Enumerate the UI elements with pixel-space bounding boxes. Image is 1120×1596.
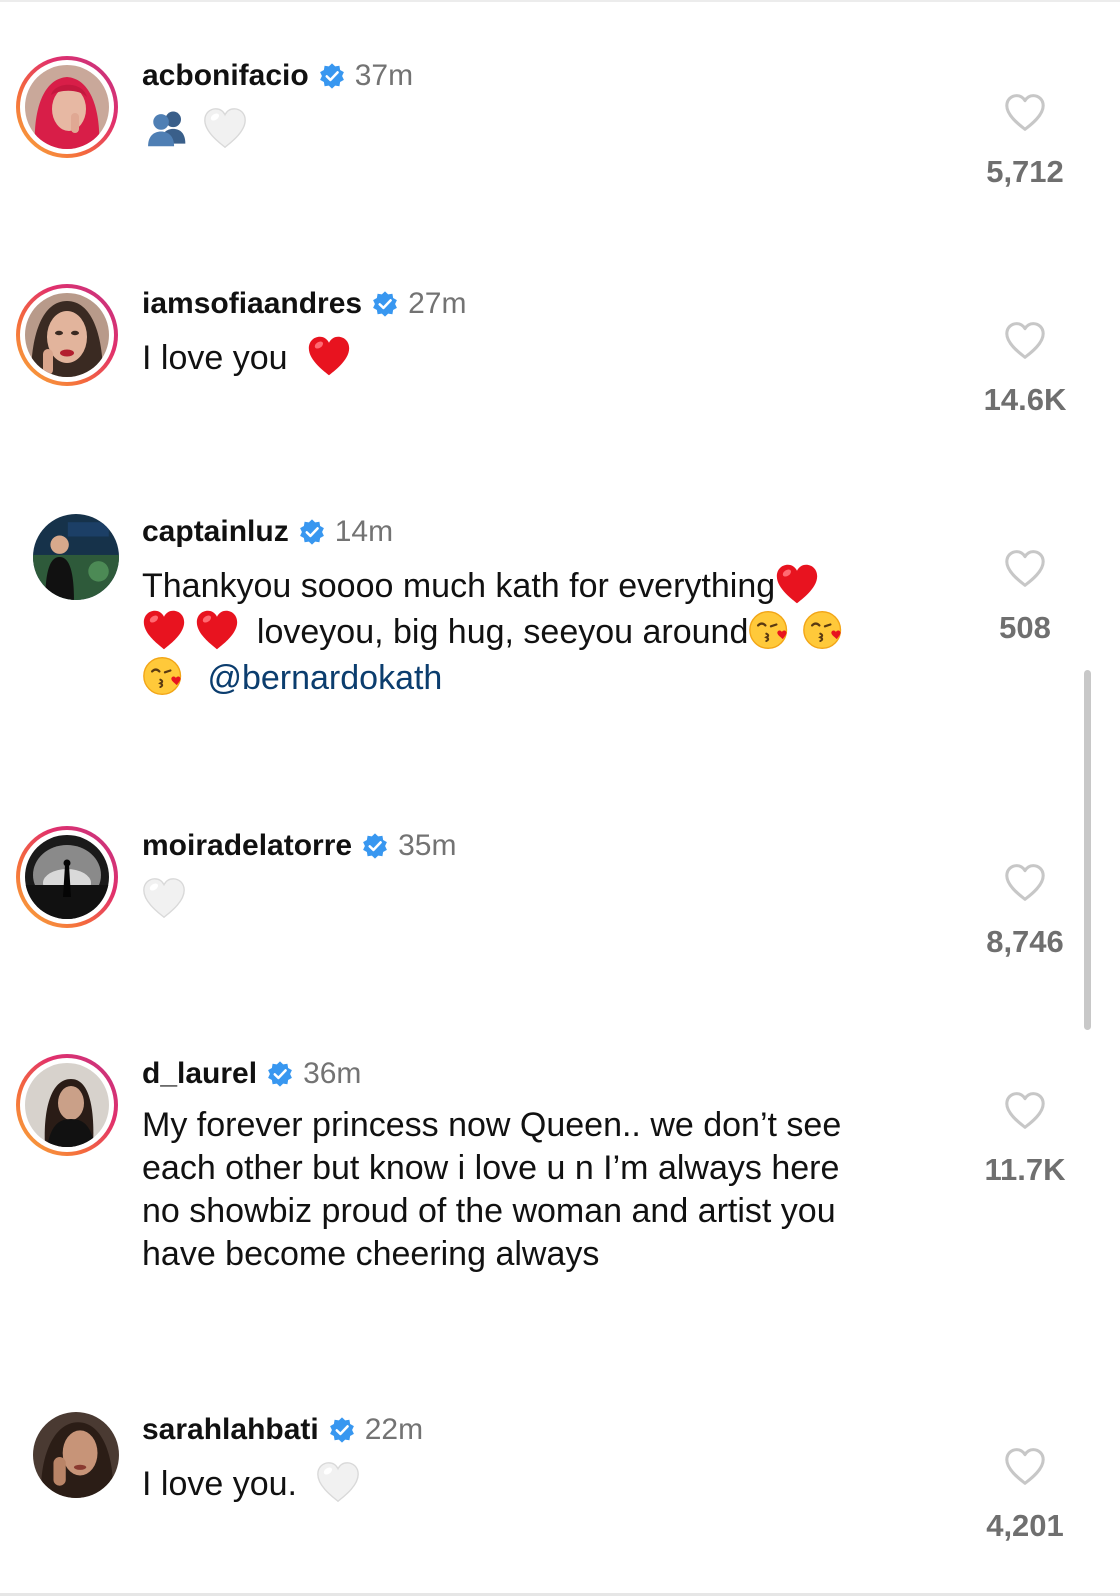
comment-body-line: Thankyou soooo much kath for everything [142, 567, 776, 605]
comment-body-line: loveyou, big hug, seeyou around [256, 613, 749, 651]
like-count[interactable]: 14.6K [960, 382, 1090, 418]
comment-header: d_laurel 36m [142, 1054, 361, 1094]
heart-outline-icon[interactable] [1003, 92, 1047, 132]
heart-outline-icon[interactable] [1003, 320, 1047, 360]
white-heart-emoji [316, 1460, 360, 1504]
comment-body-line: have become cheering always [142, 1235, 600, 1273]
verified-badge-icon [266, 1060, 294, 1088]
kissing-face-emoji [142, 654, 186, 698]
username[interactable]: iamsofiaandres [142, 287, 362, 321]
comment-text [142, 106, 942, 152]
username[interactable]: moiradelatorre [142, 829, 352, 863]
heart-outline-icon[interactable] [1003, 548, 1047, 588]
username[interactable]: sarahlahbati [142, 1413, 319, 1447]
kissing-face-emoji [802, 608, 846, 652]
avatar[interactable] [16, 1054, 118, 1156]
comment-header: acbonifacio 37m [142, 56, 413, 96]
comment-header: moiradelatorre 35m [142, 826, 456, 866]
verified-badge-icon [361, 832, 389, 860]
avatar[interactable] [16, 826, 118, 928]
avatar-photo [25, 1063, 109, 1147]
comment-time: 14m [334, 515, 394, 548]
like-column: 4,201 [960, 1446, 1090, 1544]
username[interactable]: d_laurel [142, 1057, 257, 1091]
comment-time: 35m [398, 829, 457, 862]
comment-text [142, 876, 942, 922]
verified-badge-icon [328, 1416, 356, 1444]
comment-time: 22m [364, 1413, 424, 1446]
like-column: 11.7K [960, 1090, 1090, 1188]
like-count[interactable]: 4,201 [960, 1508, 1090, 1544]
username[interactable]: acbonifacio [142, 59, 309, 93]
avatar-photo [33, 1412, 119, 1498]
avatar[interactable] [16, 512, 119, 614]
comment-time: 27m [408, 287, 467, 320]
comment-time: 37m [354, 59, 414, 92]
avatar-photo [25, 293, 109, 377]
white-heart-emoji [142, 876, 186, 920]
like-count[interactable]: 508 [960, 610, 1090, 646]
like-column: 5,712 [960, 92, 1090, 190]
like-count[interactable]: 8,746 [960, 924, 1090, 960]
comment-body-line: no showbiz proud of the woman and artist… [142, 1192, 836, 1230]
verified-badge-icon [318, 62, 346, 90]
comment-time: 36m [303, 1057, 362, 1090]
comment-body: I love you [142, 339, 288, 377]
like-count[interactable]: 5,712 [960, 154, 1090, 190]
red-heart-emoji [142, 608, 186, 652]
avatar[interactable] [16, 284, 118, 386]
comment-text: I love you. [142, 1460, 942, 1506]
comment-body: I love you. [142, 1465, 297, 1503]
mention-link[interactable]: @bernardokath [207, 659, 442, 697]
username[interactable]: captainluz [142, 515, 289, 549]
verified-badge-icon [371, 290, 399, 318]
like-column: 508 [960, 548, 1090, 646]
comment-text: My forever princess now Queen.. we don’t… [142, 1104, 942, 1276]
comment-header: captainluz 14m [142, 512, 393, 552]
comment-text: I love you [142, 334, 942, 380]
white-heart-emoji [203, 106, 247, 150]
avatar[interactable] [16, 1410, 119, 1512]
heart-outline-icon[interactable] [1003, 862, 1047, 902]
comment-text: Thankyou soooo much kath for everything … [142, 562, 942, 700]
comment-body-line: each other but know i love u n I’m alway… [142, 1149, 840, 1187]
avatar[interactable] [16, 56, 118, 158]
top-divider [0, 0, 1120, 2]
avatar-photo [33, 514, 119, 600]
avatar-photo [25, 835, 109, 919]
like-column: 8,746 [960, 862, 1090, 960]
like-column: 14.6K [960, 320, 1090, 418]
verified-badge-icon [298, 518, 326, 546]
kissing-face-emoji [748, 608, 792, 652]
heart-outline-icon[interactable] [1003, 1090, 1047, 1130]
comment-header: sarahlahbati 22m [142, 1410, 423, 1450]
heart-outline-icon[interactable] [1003, 1446, 1047, 1486]
busts-in-silhouette-emoji [142, 106, 194, 150]
like-count[interactable]: 11.7K [960, 1152, 1090, 1188]
avatar-photo [25, 65, 109, 149]
red-heart-emoji [195, 608, 239, 652]
red-heart-emoji [307, 334, 351, 378]
scrollbar[interactable] [1084, 670, 1091, 1030]
red-heart-emoji [775, 562, 819, 606]
comment-body-line: My forever princess now Queen.. we don’t… [142, 1106, 842, 1144]
comment-header: iamsofiaandres 27m [142, 284, 466, 324]
